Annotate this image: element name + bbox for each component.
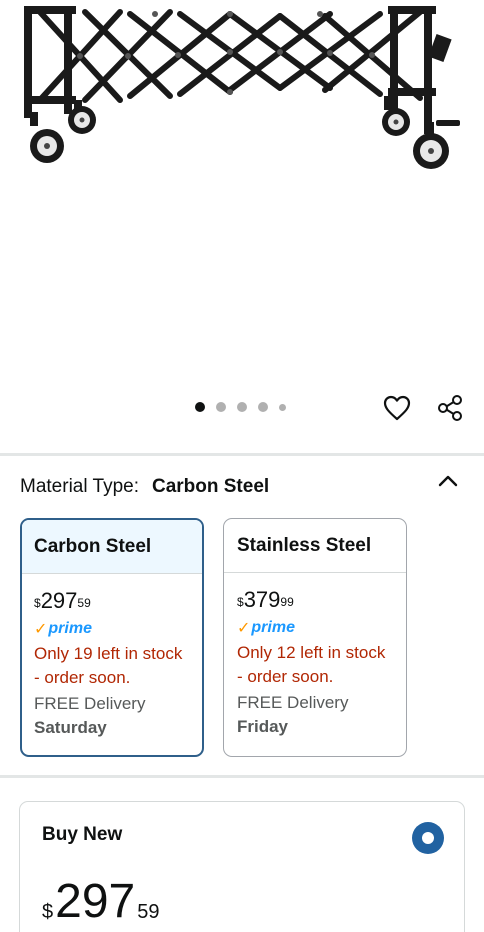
delivery-label: FREE Delivery bbox=[237, 693, 349, 712]
buy-new-radio[interactable] bbox=[412, 822, 444, 854]
buy-new-option[interactable]: Buy New $297 59 bbox=[19, 801, 465, 932]
section-divider bbox=[0, 453, 484, 456]
stock-status: Only 19 left in stock - order soon. bbox=[34, 644, 183, 687]
variant-option-carbon-steel[interactable]: Carbon Steel $29759 ✓ prime Only 19 left … bbox=[20, 518, 204, 757]
variant-name: Stainless Steel bbox=[224, 519, 406, 573]
buy-new-title: Buy New bbox=[42, 824, 123, 845]
delivery-label: FREE Delivery bbox=[34, 694, 146, 713]
section-divider bbox=[0, 775, 484, 778]
product-image-illustration bbox=[24, 6, 460, 169]
currency-symbol: $ bbox=[42, 901, 54, 923]
material-type-row: Material Type: Carbon Steel bbox=[20, 474, 464, 500]
prime-label: prime bbox=[48, 620, 92, 637]
carousel-dots[interactable] bbox=[195, 402, 286, 412]
currency-symbol: $ bbox=[34, 596, 41, 610]
product-image[interactable] bbox=[0, 0, 484, 380]
add-to-list-button[interactable] bbox=[381, 392, 413, 424]
prime-check-icon: ✓ bbox=[237, 620, 251, 637]
price-whole: 297 bbox=[40, 588, 78, 613]
price-fraction: 99 bbox=[280, 595, 294, 609]
prime-badge: ✓ prime bbox=[237, 617, 393, 637]
prime-badge: ✓ prime bbox=[34, 618, 189, 638]
share-button[interactable] bbox=[434, 392, 466, 424]
prime-label: prime bbox=[251, 619, 295, 636]
chevron-up-icon bbox=[438, 475, 458, 487]
material-type-value: Carbon Steel bbox=[151, 476, 270, 497]
stock-status: Only 12 left in stock - order soon. bbox=[237, 643, 386, 686]
heart-icon bbox=[383, 395, 411, 421]
radio-selected-indicator bbox=[422, 832, 434, 844]
variant-price: $37999 bbox=[237, 587, 393, 613]
price-fraction: 59 bbox=[137, 901, 160, 923]
price-whole: 297 bbox=[55, 875, 136, 928]
share-icon bbox=[438, 395, 462, 421]
variant-option-stainless-steel[interactable]: Stainless Steel $37999 ✓ prime Only 12 le… bbox=[223, 518, 407, 757]
delivery-day: Saturday bbox=[34, 718, 107, 737]
carousel-dot[interactable] bbox=[195, 402, 205, 412]
carousel-dot[interactable] bbox=[279, 403, 286, 411]
delivery-day: Friday bbox=[237, 717, 289, 736]
price-fraction: 59 bbox=[77, 596, 91, 610]
variant-name: Carbon Steel bbox=[22, 520, 202, 574]
carousel-dot[interactable] bbox=[237, 402, 247, 412]
currency-symbol: $ bbox=[237, 595, 244, 609]
prime-check-icon: ✓ bbox=[34, 621, 48, 638]
price-whole: 379 bbox=[243, 587, 281, 612]
carousel-dot[interactable] bbox=[258, 402, 268, 412]
buy-new-price: $297 59 bbox=[42, 872, 159, 932]
carousel-dot[interactable] bbox=[216, 402, 226, 412]
material-type-label: Material Type: bbox=[20, 476, 139, 497]
variant-price: $29759 bbox=[34, 588, 189, 614]
collapse-material-button[interactable] bbox=[432, 468, 464, 494]
